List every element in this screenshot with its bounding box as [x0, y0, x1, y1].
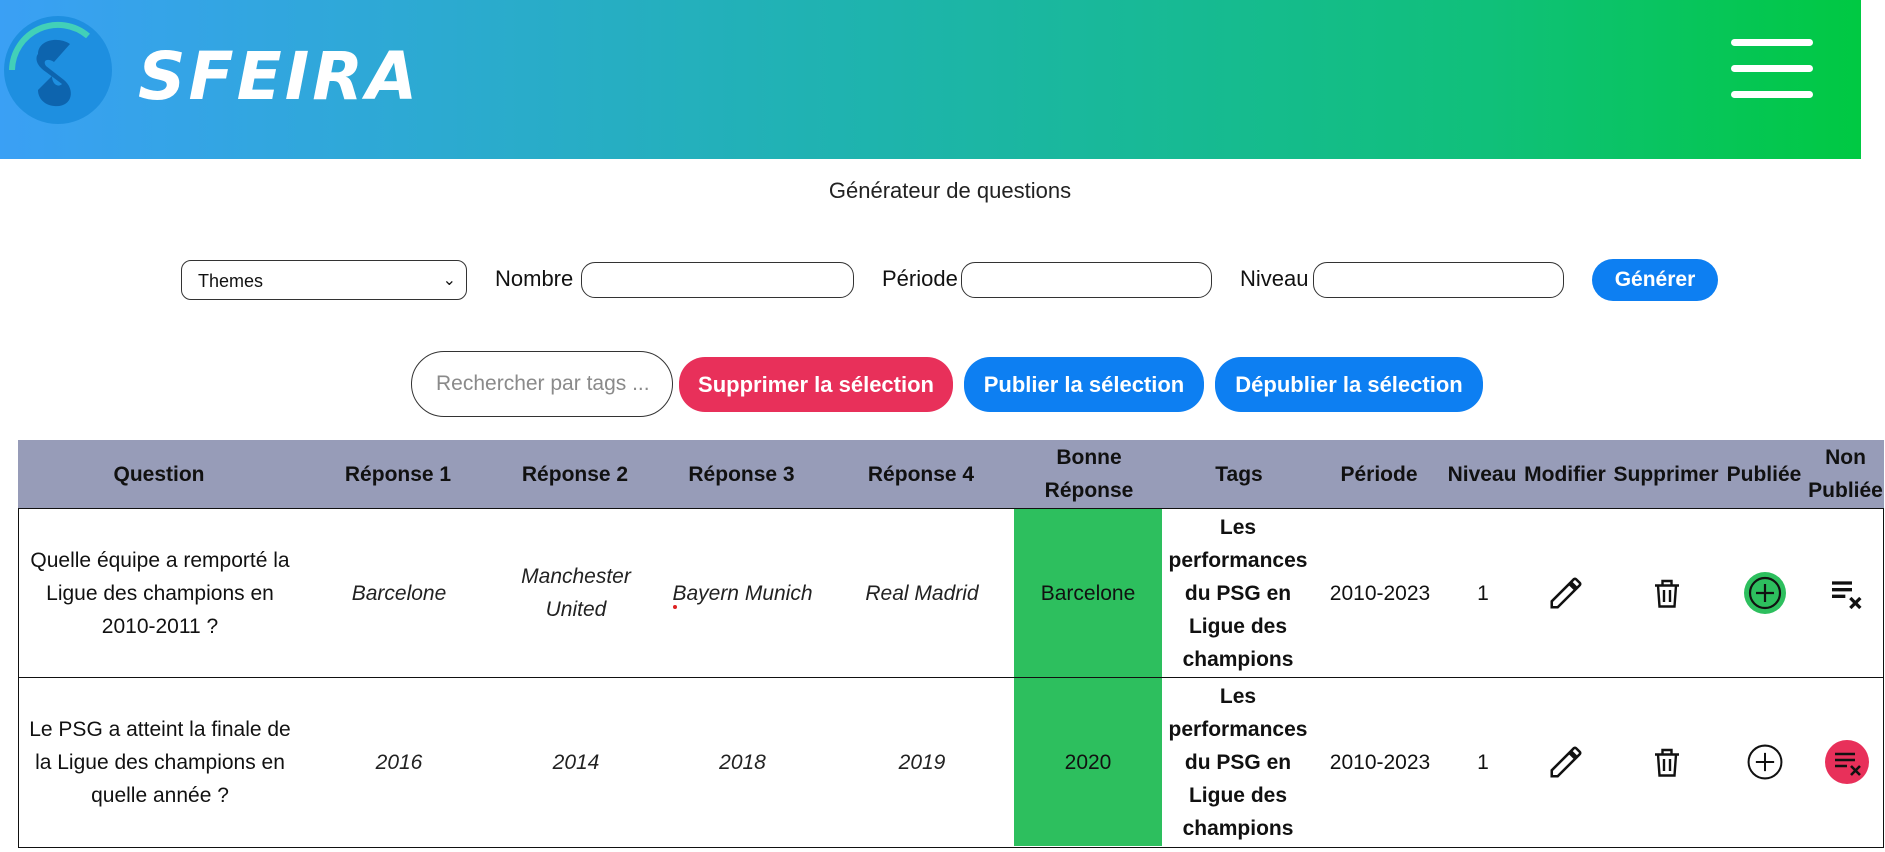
page-title: Générateur de questions: [828, 178, 1072, 203]
publish-selection-button[interactable]: Publier la sélection: [964, 357, 1204, 412]
delete-button[interactable]: [1612, 509, 1722, 677]
header-question: Question: [113, 462, 205, 486]
publish-toggle-button[interactable]: [1722, 678, 1808, 846]
reponse-2-cell: Manchester United: [521, 565, 631, 621]
cursor-dot: [673, 605, 677, 609]
plus-circle-icon: [1744, 572, 1786, 614]
header-niveau: Niveau: [1447, 462, 1517, 486]
unpublish-toggle-button[interactable]: [1808, 678, 1885, 846]
header-periode: Période: [1340, 462, 1418, 486]
chevron-down-icon: ⌄: [442, 272, 456, 289]
table-header: Question Réponse 1 Réponse 2 Réponse 3 R…: [18, 440, 1884, 508]
nombre-label: Nombre: [495, 266, 574, 291]
logo-icon: [4, 16, 112, 124]
playlist-remove-icon: [1824, 740, 1869, 784]
reponse-3-cell: Bayern Munich: [672, 581, 813, 605]
header-modifier: Modifier: [1524, 462, 1606, 486]
unpublish-selection-button[interactable]: Dépublier la sélection: [1215, 357, 1483, 412]
header-reponse-4: Réponse 4: [867, 462, 975, 486]
reponse-4-cell: Real Madrid: [865, 581, 979, 605]
periode-input[interactable]: [961, 262, 1212, 298]
header-publiee: Publiée: [1726, 462, 1802, 486]
niveau-label: Niveau: [1240, 266, 1309, 291]
unpublish-toggle-button[interactable]: [1808, 509, 1885, 677]
playlist-remove-icon: [1831, 581, 1862, 610]
delete-selection-button[interactable]: Supprimer la sélection: [679, 357, 953, 412]
trash-icon: [1655, 748, 1679, 777]
pencil-icon: [1550, 577, 1582, 609]
question-cell: Quelle équipe a remporté la Ligue des ch…: [30, 548, 290, 638]
edit-button[interactable]: [1520, 509, 1612, 677]
tags-cell: Les performances du PSG en Ligue des cha…: [1168, 515, 1308, 671]
nombre-input[interactable]: [581, 262, 854, 298]
header-supprimer: Supprimer: [1613, 462, 1719, 486]
periode-cell: 2010-2023: [1329, 581, 1431, 605]
delete-button[interactable]: [1612, 678, 1722, 846]
logo-text: SFEIRA: [138, 38, 421, 115]
header-non-publiee: Non Publiée: [1808, 446, 1883, 502]
reponse-1-cell: Barcelone: [351, 581, 447, 605]
header-tags: Tags: [1215, 462, 1263, 486]
reponse-1-cell: 2016: [375, 750, 423, 774]
tag-search-input[interactable]: Rechercher par tags ...: [411, 351, 673, 417]
tags-cell: Les performances du PSG en Ligue des cha…: [1168, 684, 1308, 840]
themes-select[interactable]: Themes ⌄: [181, 260, 467, 300]
table-row: Le PSG a atteint la finale de la Ligue d…: [18, 678, 1884, 848]
publish-toggle-button[interactable]: [1722, 509, 1808, 677]
trash-icon: [1655, 579, 1679, 608]
reponse-3-cell: 2018: [719, 750, 766, 774]
niveau-cell: 1: [1477, 581, 1489, 605]
pencil-icon: [1550, 746, 1582, 778]
themes-select-value: Themes: [198, 271, 264, 291]
reponse-4-cell: 2019: [898, 750, 946, 774]
bonne-reponse-cell: 2020: [1014, 678, 1162, 846]
header-banner: SFEIRA: [0, 0, 1861, 159]
niveau-input[interactable]: [1313, 262, 1564, 298]
plus-circle-icon: [1747, 744, 1783, 780]
header-reponse-2: Réponse 2: [521, 462, 629, 486]
header-reponse-3: Réponse 3: [688, 462, 795, 486]
hamburger-menu-icon[interactable]: [1731, 39, 1813, 99]
question-cell: Le PSG a atteint la finale de la Ligue d…: [29, 717, 291, 807]
periode-cell: 2010-2023: [1329, 750, 1431, 774]
niveau-cell: 1: [1477, 750, 1489, 774]
edit-button[interactable]: [1520, 678, 1612, 846]
reponse-2-cell: 2014: [552, 750, 600, 774]
header-reponse-1: Réponse 1: [344, 462, 452, 486]
table-row: Quelle équipe a remporté la Ligue des ch…: [18, 508, 1884, 678]
periode-label: Période: [882, 266, 958, 291]
bonne-reponse-cell: Barcelone: [1014, 509, 1162, 677]
header-bonne-reponse: Bonne Réponse: [1044, 446, 1134, 502]
generate-button[interactable]: Générer: [1592, 259, 1718, 301]
